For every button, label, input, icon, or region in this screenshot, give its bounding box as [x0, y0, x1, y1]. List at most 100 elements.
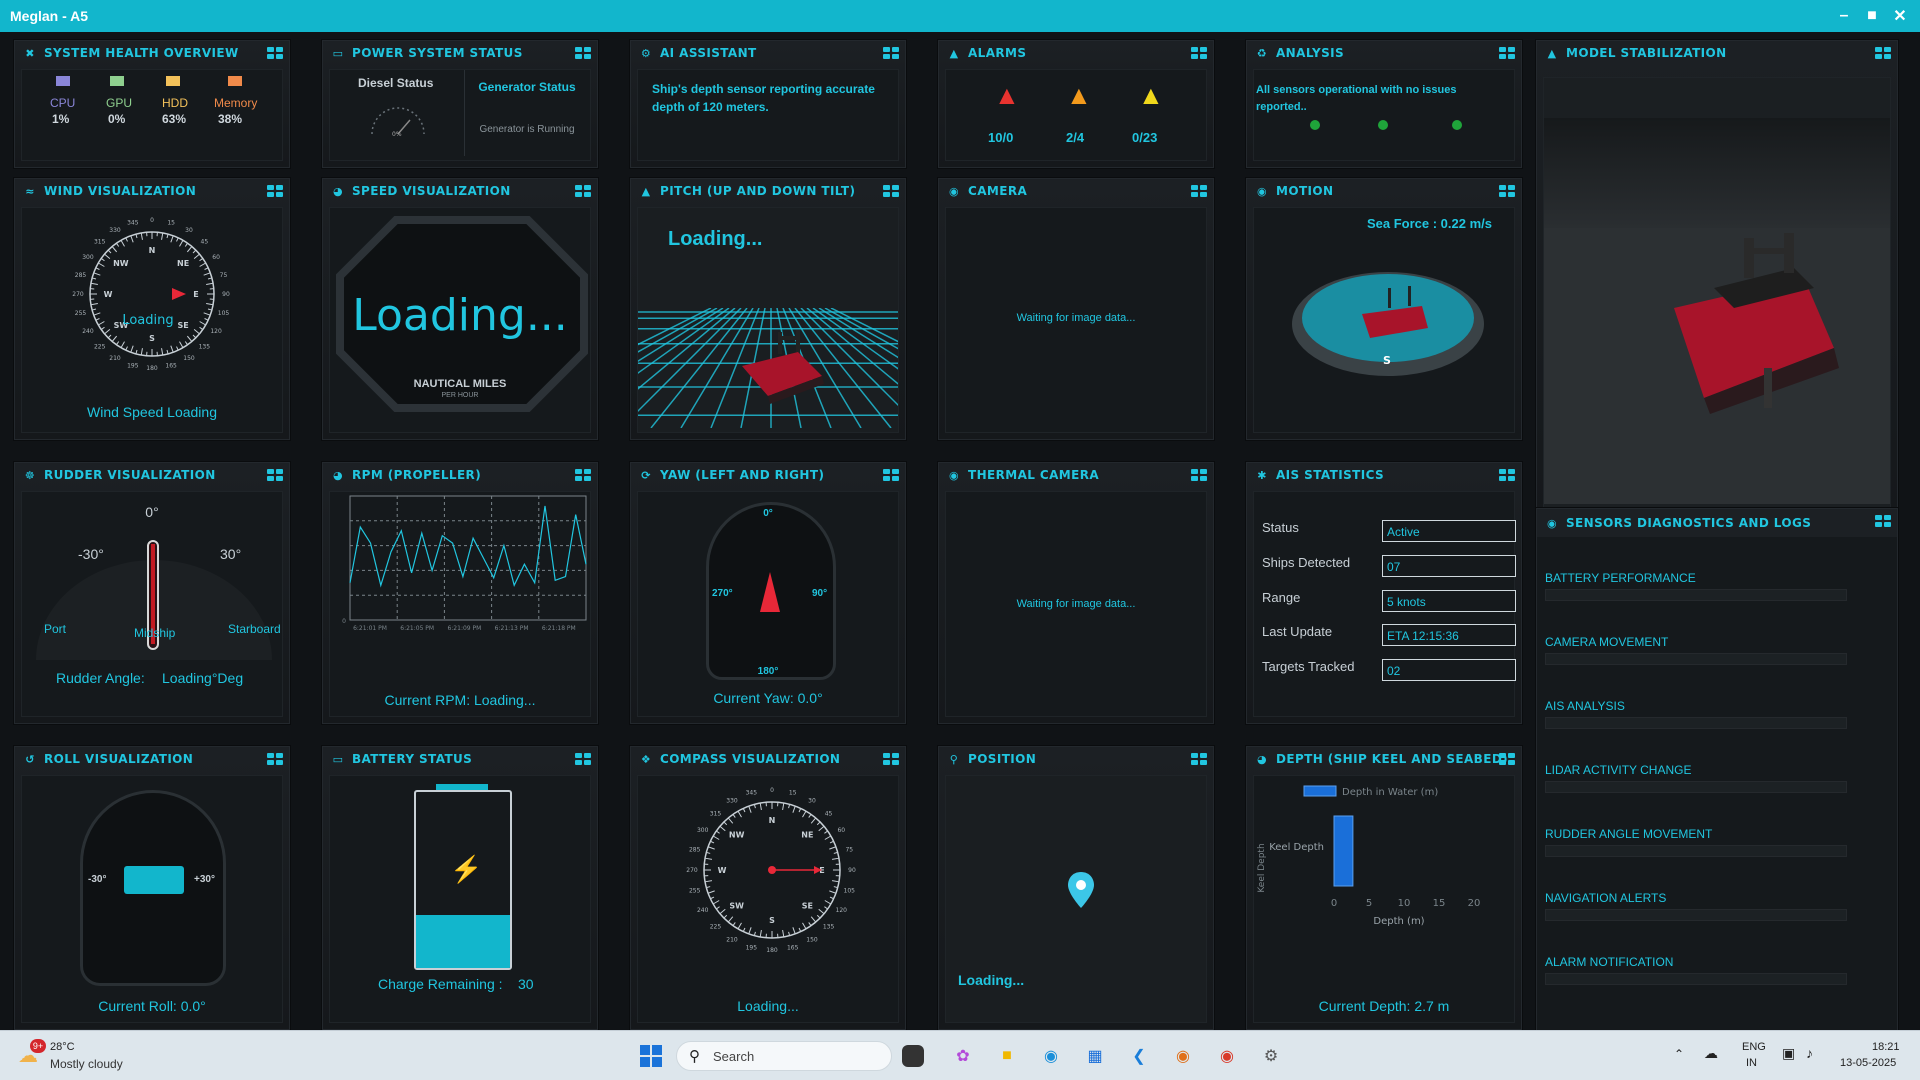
network-icon[interactable]: ▣	[1782, 1045, 1795, 1062]
ais-ships-label: Ships Detected	[1262, 555, 1351, 570]
compass-tick	[753, 931, 756, 936]
start-icon[interactable]	[636, 1041, 666, 1071]
grid-menu-icon[interactable]	[883, 185, 899, 197]
clock-date[interactable]: 13-05-2025	[1840, 1057, 1896, 1069]
compass-degree-label: 330	[109, 227, 121, 234]
compass-tick	[833, 851, 838, 854]
compass-tick	[186, 246, 193, 253]
cpu-swatch	[56, 76, 70, 86]
boat-model[interactable]	[1664, 228, 1864, 418]
compass-degree-label: 0	[770, 787, 774, 794]
compass-tick	[111, 246, 118, 253]
app-icon[interactable]: ◉	[1168, 1041, 1198, 1071]
compass-cardinal-label: S	[769, 916, 775, 925]
close-icon[interactable]: ✕	[1886, 0, 1914, 32]
grid-menu-icon[interactable]	[575, 47, 591, 59]
folder-icon[interactable]: ■	[992, 1041, 1022, 1071]
grid-menu-icon[interactable]	[575, 185, 591, 197]
warning-alarm-icon[interactable]: ▲	[1066, 80, 1092, 111]
gpu-value: 0%	[108, 112, 126, 126]
compass-tick	[116, 242, 120, 247]
rpm-panel: ◕ RPM (Propeller) 0 6:21:01 PM 6:21:05 PM 6:…	[322, 462, 598, 724]
sensor-log-item[interactable]: BATTERY PERFORMANCE	[1545, 571, 1696, 585]
grid-menu-icon[interactable]	[883, 47, 899, 59]
compass-tick	[176, 346, 179, 351]
sensor-log-item[interactable]: CAMERA MOVEMENT	[1545, 635, 1668, 649]
grid-menu-icon[interactable]	[267, 753, 283, 765]
grid-menu-icon[interactable]	[1191, 469, 1207, 481]
clock-time[interactable]: 18:21	[1872, 1041, 1900, 1053]
language-label[interactable]: ENG	[1742, 1041, 1766, 1053]
grid-menu-icon[interactable]	[575, 753, 591, 765]
battery-icon: ▭	[332, 752, 344, 766]
task-view-icon[interactable]	[902, 1045, 924, 1067]
search-input[interactable]: ⚲ Search	[676, 1041, 892, 1071]
grid-line	[818, 308, 898, 359]
rpm-series-line	[349, 505, 587, 588]
panel-title: Power System Status	[352, 46, 523, 60]
grid-menu-icon[interactable]	[883, 753, 899, 765]
grid-menu-icon[interactable]	[1499, 753, 1515, 765]
store-icon[interactable]: ▦	[1080, 1041, 1110, 1071]
sensor-log-item[interactable]: AIS ANALYSIS	[1545, 699, 1625, 713]
compass-degree-label: 300	[82, 254, 94, 261]
charge-value: 30	[518, 976, 534, 992]
map-marker-icon[interactable]	[1068, 872, 1094, 908]
sensor-log-item[interactable]: NAVIGATION ALERTS	[1545, 891, 1666, 905]
compass-degree-label: 150	[806, 936, 818, 943]
onedrive-icon[interactable]: ☁	[1704, 1045, 1718, 1062]
sensor-log-item[interactable]: ALARM NOTIFICATION	[1545, 955, 1673, 969]
compass-tick	[170, 345, 174, 353]
caution-alarm-icon[interactable]: ▲	[1138, 80, 1164, 111]
analysis-message: All sensors operational with no issues r…	[1256, 84, 1457, 113]
grid-menu-icon[interactable]	[883, 469, 899, 481]
grid-menu-icon[interactable]	[1191, 185, 1207, 197]
ais-status-label: Status	[1262, 520, 1299, 535]
region-label[interactable]: IN	[1746, 1057, 1757, 1069]
sensor-log-item[interactable]: RUDDER ANGLE MOVEMENT	[1545, 827, 1712, 841]
maximize-icon[interactable]: ■	[1858, 0, 1886, 32]
minimize-icon[interactable]: –	[1830, 0, 1858, 32]
yaw-right-label: 90°	[812, 588, 828, 599]
sensor-progress-bar	[1545, 717, 1847, 729]
grid-menu-icon[interactable]	[267, 469, 283, 481]
compass-tick	[818, 908, 825, 915]
compass-tick	[816, 914, 821, 919]
grid-menu-icon[interactable]	[1875, 515, 1891, 527]
volume-icon[interactable]: ♪	[1806, 1045, 1813, 1061]
copilot-icon[interactable]: ✿	[948, 1041, 978, 1071]
compass-tick	[829, 890, 837, 894]
compass-tick	[184, 242, 188, 247]
grid-menu-icon[interactable]	[267, 47, 283, 59]
compass-tick	[135, 349, 138, 355]
grid-menu-icon[interactable]	[1499, 185, 1515, 197]
grid-menu-icon[interactable]	[575, 469, 591, 481]
compass-status: Loading...	[737, 998, 799, 1014]
grid-menu-icon[interactable]	[1191, 47, 1207, 59]
yaw-current: Current Yaw: 0.0°	[713, 690, 823, 706]
search-placeholder: Search	[713, 1049, 755, 1064]
chevron-up-icon[interactable]: ⌃	[1674, 1047, 1684, 1061]
compass-cardinal-label: S	[149, 334, 155, 343]
chrome-icon[interactable]: ◉	[1212, 1041, 1242, 1071]
grid-menu-icon[interactable]	[1191, 753, 1207, 765]
grid-menu-icon[interactable]	[1875, 47, 1891, 59]
compass-tick	[802, 810, 807, 818]
grid-menu-icon[interactable]	[1499, 469, 1515, 481]
compass-cardinal-label: W	[718, 866, 727, 875]
critical-alarm-icon[interactable]: ▲	[994, 80, 1020, 111]
depth-current: Current Depth: 2.7 m	[1318, 998, 1450, 1014]
grid-menu-icon[interactable]	[267, 185, 283, 197]
compass-degree-label: 225	[710, 924, 722, 931]
vscode-icon[interactable]: ❮	[1124, 1041, 1154, 1071]
compass-tick	[710, 896, 715, 900]
settings-icon[interactable]: ⚙	[1256, 1041, 1286, 1071]
grid-menu-icon[interactable]	[1499, 47, 1515, 59]
gpu-swatch	[110, 76, 124, 86]
edge-icon[interactable]: ◉	[1036, 1041, 1066, 1071]
compass-degree-label: 30	[808, 798, 816, 805]
gauge-value: 0%	[392, 131, 402, 138]
compass-tick	[712, 835, 720, 840]
compass-tick	[748, 927, 752, 935]
sensor-log-item[interactable]: LIDAR ACTIVITY CHANGE	[1545, 763, 1691, 777]
